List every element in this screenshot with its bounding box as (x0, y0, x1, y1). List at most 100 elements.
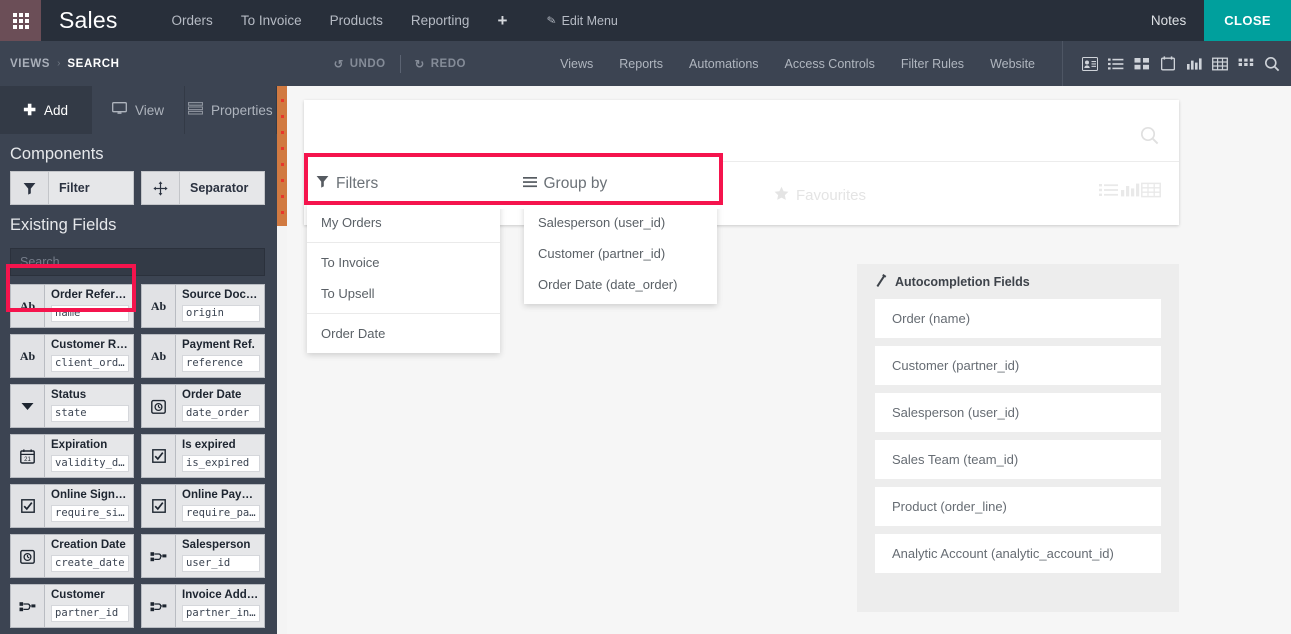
list-view-icon[interactable] (1103, 51, 1129, 77)
groupby-menu-item-customer[interactable]: Customer (partner_id) (524, 238, 717, 269)
field-technical-name: is_expired (182, 455, 260, 472)
nav-item-reporting[interactable]: Reporting (397, 0, 484, 41)
tab-add[interactable]: ✚ Add (0, 86, 93, 134)
gallery-view-icon[interactable] (1233, 51, 1259, 77)
field-chip[interactable]: Ab Customer Refe... client_order_r... (10, 334, 134, 378)
nav-item-orders[interactable]: Orders (158, 0, 227, 41)
view-canvas: Favourites Filters Group by My Orders To… (287, 86, 1291, 634)
filter-menu-item-to-upsell[interactable]: To Upsell (307, 278, 500, 309)
subnav-item-access-controls[interactable]: Access Controls (772, 57, 888, 71)
filter-menu-item-order-date[interactable]: Order Date (307, 313, 500, 349)
redo-button[interactable]: ↻ REDO (401, 57, 480, 71)
autocompletion-title-label: Autocompletion Fields (895, 275, 1030, 289)
undo-button[interactable]: ↺ UNDO (320, 57, 400, 71)
autocompletion-title: Autocompletion Fields (873, 273, 1161, 291)
panel-resize-handle[interactable] (277, 86, 287, 226)
subnav-item-automations[interactable]: Automations (676, 57, 771, 71)
component-filter-label: Filter (59, 181, 90, 195)
subnav-item-reports[interactable]: Reports (606, 57, 676, 71)
star-icon (774, 186, 789, 205)
text-ab-icon: Ab (142, 285, 176, 327)
field-label: Salesperson (182, 539, 251, 551)
subnav-item-filter-rules[interactable]: Filter Rules (888, 57, 977, 71)
search-view-icon[interactable] (1259, 51, 1285, 77)
app-root: Sales Orders To Invoice Products Reporti… (0, 0, 1291, 634)
calendar-21-icon: 21 (11, 435, 45, 477)
autocompletion-item[interactable]: Product (order_line) (875, 487, 1161, 526)
nav-item-products[interactable]: Products (316, 0, 397, 41)
field-chip[interactable]: Order Date date_order (141, 384, 265, 428)
field-chip[interactable]: Status state (10, 384, 134, 428)
field-label: Source Docum... (182, 289, 260, 301)
field-chip[interactable]: 21 Expiration validity_date (10, 434, 134, 478)
subnav-item-views[interactable]: Views (547, 57, 606, 71)
search-icon[interactable] (1140, 126, 1159, 151)
groupby-dropdown-menu: Salesperson (user_id) Customer (partner_… (524, 203, 717, 304)
notes-button[interactable]: Notes (1133, 0, 1204, 41)
checkbox-icon (11, 485, 45, 527)
groupby-menu-item-order-date[interactable]: Order Date (date_order) (524, 269, 717, 300)
autocompletion-item[interactable]: Analytic Account (analytic_account_id) (875, 534, 1161, 573)
view-type-iconbar (1062, 41, 1291, 86)
field-chip[interactable]: Is expired is_expired (141, 434, 265, 478)
field-technical-name: user_id (182, 555, 260, 572)
field-chip[interactable]: Ab Order Reference name (10, 284, 134, 328)
contact-card-icon[interactable] (1077, 51, 1103, 77)
autocompletion-item[interactable]: Order (name) (875, 299, 1161, 338)
autocompletion-item[interactable]: Sales Team (team_id) (875, 440, 1161, 479)
field-label: Online Payment (182, 489, 260, 501)
kanban-view-icon[interactable] (1129, 51, 1155, 77)
nav-item-to-invoice[interactable]: To Invoice (227, 0, 316, 41)
bar-chart-icon[interactable] (1120, 182, 1140, 203)
pivot-view-icon[interactable] (1207, 51, 1233, 77)
components-heading: Components (10, 145, 104, 163)
magic-wand-icon (873, 273, 889, 291)
field-technical-name: create_date (51, 555, 129, 572)
apps-menu-button[interactable] (0, 0, 41, 41)
breadcrumb-views[interactable]: VIEWS (10, 58, 50, 70)
nav-item-add[interactable]: + (483, 0, 521, 41)
tab-properties[interactable]: Properties (185, 86, 277, 134)
field-technical-name: require_signat... (51, 505, 129, 522)
field-label: Payment Ref. (182, 339, 255, 351)
tab-add-label: Add (43, 102, 68, 118)
filter-menu-item-to-invoice[interactable]: To Invoice (307, 242, 500, 278)
field-chip[interactable]: Online Signatu... require_signat... (10, 484, 134, 528)
field-technical-name: partner_invoic... (182, 605, 260, 622)
editor-sidebar: ✚ Add View Properties Components Filter … (0, 86, 277, 634)
groupby-menu-item-salesperson[interactable]: Salesperson (user_id) (524, 207, 717, 238)
graph-view-icon[interactable] (1181, 51, 1207, 77)
autocompletion-item[interactable]: Customer (partner_id) (875, 346, 1161, 385)
field-technical-name: require_payment (182, 505, 260, 522)
field-chip[interactable]: Ab Source Docum... origin (141, 284, 265, 328)
filter-menu-item-my-orders[interactable]: My Orders (307, 207, 500, 238)
edit-menu-button[interactable]: ✎ Edit Menu (546, 14, 617, 28)
favourites-dropdown[interactable]: Favourites (774, 186, 866, 205)
field-technical-name: reference (182, 355, 260, 372)
filters-label: Filters (336, 175, 379, 192)
field-chip[interactable]: Creation Date create_date (10, 534, 134, 578)
table-icon[interactable] (1141, 182, 1161, 203)
groupby-dropdown-toggle[interactable]: Group by (514, 159, 721, 209)
dropdown-caret-icon (11, 385, 45, 427)
list-icon[interactable] (1099, 182, 1119, 203)
tab-view[interactable]: View (92, 86, 185, 134)
filters-dropdown-toggle[interactable]: Filters (307, 159, 514, 209)
monitor-icon (112, 102, 127, 118)
subnav-item-website[interactable]: Website (977, 57, 1048, 71)
field-chip[interactable]: Customer partner_id (10, 584, 134, 628)
clock-icon (11, 535, 45, 577)
field-chip[interactable]: Salesperson user_id (141, 534, 265, 578)
autocompletion-item[interactable]: Salesperson (user_id) (875, 393, 1161, 432)
search-input[interactable] (10, 248, 265, 276)
field-technical-name: partner_id (51, 605, 129, 622)
search-bar-row (304, 100, 1179, 162)
component-filter[interactable]: Filter (10, 171, 134, 205)
component-separator[interactable]: Separator (141, 171, 265, 205)
calendar-view-icon[interactable] (1155, 51, 1181, 77)
field-chip[interactable]: Online Payment require_payment (141, 484, 265, 528)
close-button[interactable]: CLOSE (1204, 0, 1291, 41)
field-chip[interactable]: Invoice Address partner_invoic... (141, 584, 265, 628)
field-label: Expiration (51, 439, 108, 451)
field-chip[interactable]: Ab Payment Ref. reference (141, 334, 265, 378)
